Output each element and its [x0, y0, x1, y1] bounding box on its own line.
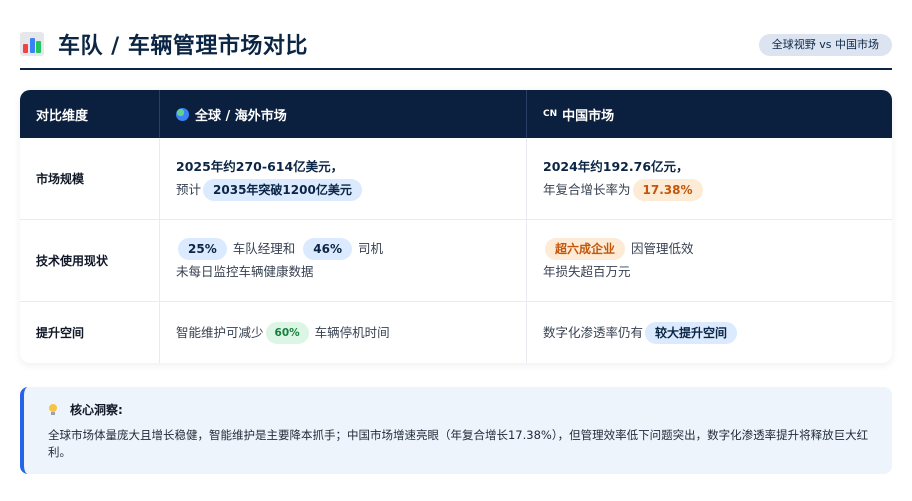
global-cell: 智能维护可减少 60% 车辆停机时间 [159, 302, 526, 363]
column-header-global: 全球 / 海外市场 [159, 90, 526, 138]
lightbulb-icon [48, 403, 58, 416]
manager-text: 车队经理和 [232, 241, 296, 256]
global-size-text: 2025年约270-614亿美元， [176, 159, 344, 174]
row-dimension: 技术使用现状 [20, 220, 159, 301]
downtime-percent-pill: 60% [265, 321, 309, 344]
enterprise-share-pill: 超六成企业 [545, 238, 626, 260]
manager-percent-pill: 25% [178, 238, 227, 260]
column-header-china-label: 中国市场 [562, 108, 615, 124]
global-cell: 2025年约270-614亿美元， 预计 2035年突破1200亿美元 [159, 138, 526, 219]
global-forecast-pill: 2035年突破1200亿美元 [203, 179, 362, 201]
driver-percent-pill: 46% [303, 238, 352, 260]
china-cell: 数字化渗透率仍有 较大提升空间 [526, 302, 892, 363]
global-cell: 25% 车队经理和 46% 司机 未每日监控车辆健康数据 [159, 220, 526, 301]
china-cell: 超六成企业 因管理低效 年损失超百万元 [526, 220, 892, 301]
column-header-china: CN 中国市场 [526, 90, 892, 138]
column-header-dimension: 对比维度 [36, 108, 89, 124]
column-header-global-label: 全球 / 海外市场 [195, 108, 287, 124]
table-header-row: 对比维度 全球 / 海外市场 CN 中国市场 [20, 90, 892, 138]
comparison-table: 对比维度 全球 / 海外市场 CN 中国市场 市场规模 2025年约270-61… [20, 90, 892, 363]
scope-badge: 全球视野 vs 中国市场 [758, 34, 892, 56]
china-size-text: 2024年约192.76亿元， [543, 159, 689, 174]
monitoring-text: 未每日监控车辆健康数据 [176, 264, 314, 279]
insight-title: 核心洞察: [70, 403, 123, 417]
insight-callout: 核心洞察: 全球市场体量庞大且增长稳健，智能维护是主要降本抓手；中国市场增速亮眼… [20, 387, 892, 474]
dimension-label: 技术使用现状 [36, 254, 109, 268]
table-row: 市场规模 2025年约270-614亿美元， 预计 2035年突破1200亿美元… [20, 138, 892, 220]
penetration-prefix: 数字化渗透率仍有 [543, 324, 644, 340]
global-forecast-prefix: 预计 [176, 182, 202, 197]
dimension-label: 提升空间 [36, 326, 85, 340]
dimension-label: 市场规模 [36, 172, 85, 186]
page-title: 车队 / 车辆管理市场对比 [58, 34, 308, 59]
row-dimension: 提升空间 [20, 302, 159, 363]
china-cagr-pill: 17.38% [632, 179, 703, 201]
loss-text: 年损失超百万元 [543, 264, 631, 279]
downtime-suffix: 车辆停机时间 [314, 324, 390, 340]
insight-body: 全球市场体量庞大且增长稳健，智能维护是主要降本抓手；中国市场增速亮眼（年复合增长… [48, 428, 869, 459]
table-row: 技术使用现状 25% 车队经理和 46% 司机 未每日监控车辆健康数据 超六成企… [20, 220, 892, 302]
bar-chart-icon [20, 32, 44, 56]
china-cell: 2024年约192.76亿元， 年复合增长率为 17.38% [526, 138, 892, 219]
title-group: 车队 / 车辆管理市场对比 [20, 28, 308, 60]
china-cagr-prefix: 年复合增长率为 [543, 182, 631, 197]
globe-icon [176, 107, 189, 121]
maintenance-prefix: 智能维护可减少 [176, 324, 264, 340]
driver-text: 司机 [357, 241, 383, 256]
inefficiency-text: 因管理低效 [631, 241, 694, 256]
room-to-grow-pill: 较大提升空间 [645, 321, 738, 344]
page-header: 车队 / 车辆管理市场对比 全球视野 vs 中国市场 [20, 22, 892, 70]
cn-flag-icon: CN [543, 109, 558, 119]
row-dimension: 市场规模 [20, 138, 159, 219]
table-row: 提升空间 智能维护可减少 60% 车辆停机时间 数字化渗透率仍有 较大提升空间 [20, 302, 892, 363]
